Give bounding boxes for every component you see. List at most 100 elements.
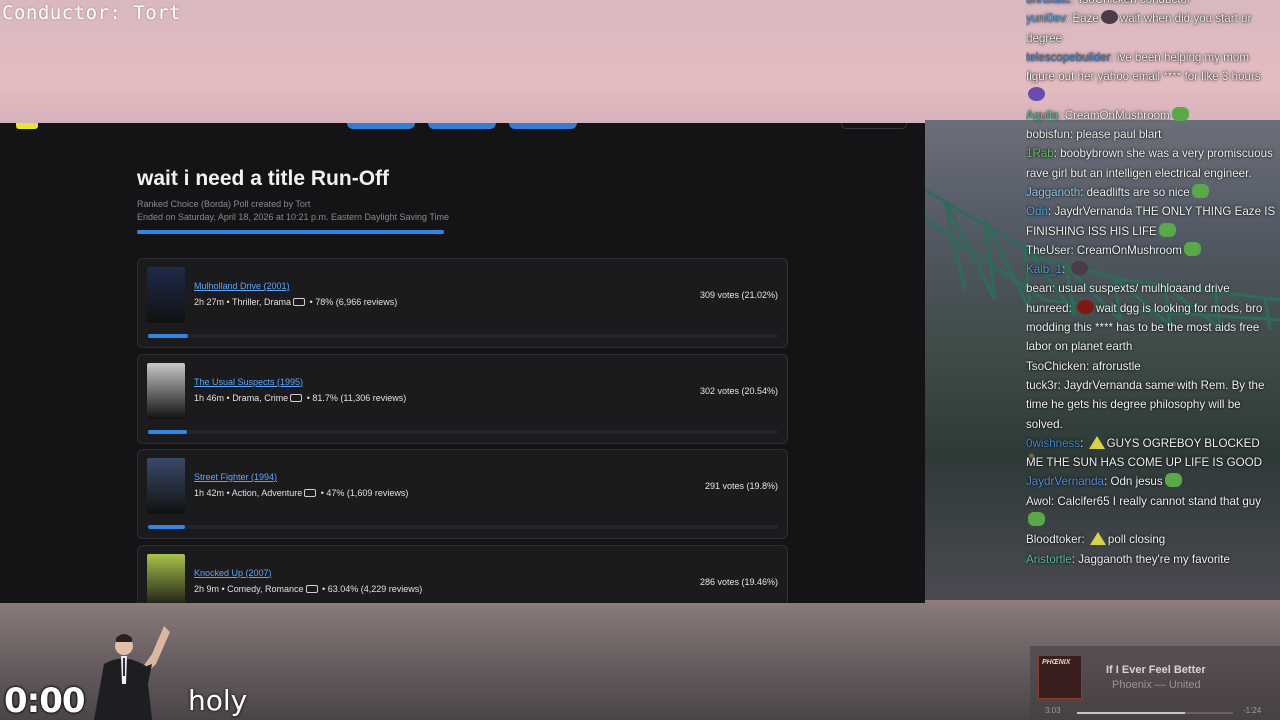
chat-message: bobisfun: please paul blart	[1026, 128, 1162, 142]
chat-username[interactable]: Aquila	[1026, 109, 1058, 122]
movie-meta: 1h 46m • Drama, Crime • 81.7% (11,306 re…	[194, 392, 407, 403]
chat-username[interactable]: Odn	[1026, 205, 1048, 218]
emote-icon	[1191, 183, 1209, 198]
top-nav	[0, 123, 925, 131]
chat-text: please paul blart	[1076, 128, 1162, 142]
chat-username[interactable]: Kaib_1	[1026, 263, 1062, 276]
chat-message: yuni0ev: Eaze wait when did you start ur …	[1026, 10, 1252, 45]
vote-bar-fill	[148, 525, 185, 529]
captions-icon	[305, 584, 318, 593]
chat-username[interactable]: JaydrVernanda	[1026, 475, 1104, 488]
nav-button-2[interactable]	[428, 123, 496, 129]
emote-icon	[1100, 10, 1118, 25]
movie-poster	[147, 267, 185, 323]
chat-message: Odn: JaydrVernanda THE ONLY THING Eaze I…	[1026, 205, 1276, 238]
nav-button-1[interactable]	[347, 123, 415, 129]
chat-message: JaydrVernanda: Odn jesus	[1026, 472, 1280, 491]
poll-option-card: The Usual Suspects (1995) 1h 46m • Drama,…	[137, 353, 788, 444]
chat-username[interactable]: tuck3r	[1026, 379, 1058, 392]
chat-username[interactable]: Bloodtoker	[1026, 533, 1081, 546]
movie-meta: 1h 42m • Action, Adventure • 47% (1,609 …	[194, 488, 409, 498]
chat-message: unruxatc: TsoChicken conductor	[1026, 0, 1280, 9]
album-cover-text: PHŒNIX	[1042, 659, 1071, 666]
movie-title-link[interactable]: Mulholland Drive (2001)	[194, 281, 290, 291]
chat-username[interactable]: bobisfun	[1026, 128, 1070, 141]
chat-message: Kaib_1:	[1026, 260, 1280, 279]
chat-username[interactable]: hunreed	[1026, 302, 1069, 315]
chat-username[interactable]: yuni0ev	[1026, 12, 1066, 25]
chat-message: TsoChicken: afrorustle	[1026, 359, 1141, 373]
chat-text: Jagganoth they're my favorite	[1078, 552, 1230, 566]
chat-text: poll closing	[1107, 533, 1166, 547]
vote-bar-fill	[148, 429, 187, 434]
chat-username[interactable]: 0wishness	[1026, 437, 1080, 450]
movie-rating: 47% (1,609 reviews)	[326, 488, 409, 498]
chat-username[interactable]: TsoChicken	[1026, 360, 1086, 373]
captions-icon	[290, 393, 303, 402]
site-logo[interactable]	[16, 123, 38, 129]
movie-genres: Drama, Crime	[232, 392, 289, 403]
stream-timer: 0:00	[4, 681, 86, 720]
song-artist: Phoenix — United	[1112, 679, 1201, 691]
emote-icon	[1077, 299, 1095, 314]
chat-message: TheUser: CreamOnMushroom	[1026, 241, 1280, 260]
movie-title-link[interactable]: Street Fighter (1994)	[194, 472, 277, 482]
music-widget: PHŒNIX If I Ever Feel Better Phoenix — U…	[1030, 646, 1280, 720]
emote-icon	[1028, 87, 1045, 102]
chat-text: boobybrown she was a very promiscuous ra…	[1026, 147, 1273, 180]
movie-runtime: 2h 27m	[194, 297, 225, 307]
poll-option-card: Mulholland Drive (2001) 2h 27m • Thriller…	[137, 258, 788, 348]
seek-bar[interactable]	[1077, 712, 1233, 714]
movie-title-link[interactable]: Knocked Up (2007)	[194, 568, 272, 578]
nav-button-3[interactable]	[509, 123, 577, 129]
chat-username[interactable]: TheUser	[1026, 244, 1070, 257]
chat-username[interactable]: Jagganoth	[1026, 186, 1080, 199]
chat-username[interactable]: 1Rab	[1026, 147, 1054, 160]
chat-text: Eaze	[1072, 12, 1099, 26]
emote-icon	[1183, 241, 1201, 256]
album-cover: PHŒNIX	[1038, 655, 1082, 699]
chat-text: JaydrVernanda THE ONLY THING Eaze IS FIN…	[1026, 205, 1276, 238]
movie-genres: Action, Adventure	[231, 488, 303, 498]
person-cutout	[94, 626, 170, 720]
vote-bar-fill	[148, 334, 188, 338]
vote-count: 291 votes (19.8%)	[704, 481, 778, 491]
poll-option-card: Street Fighter (1994) 1h 42m • Action, Ad…	[137, 449, 788, 539]
vote-count: 302 votes (20.54%)	[699, 385, 778, 396]
emote-icon	[1070, 261, 1088, 276]
movie-meta: 2h 9m • Comedy, Romance • 63.04% (4,229 …	[194, 583, 423, 594]
emote-icon	[1158, 222, 1176, 237]
chat-username[interactable]: telescopebuilder	[1026, 51, 1110, 64]
song-title: If I Ever Feel Better	[1106, 664, 1206, 676]
chat-message: Bloodtoker: poll closing	[1026, 532, 1166, 547]
chat-username[interactable]: Aristortle	[1026, 553, 1072, 566]
chat-panel: unruxatc: TsoChicken conductoryuni0ev: E…	[1026, 0, 1280, 640]
poll-option-card: Knocked Up (2007) 2h 9m • Comedy, Romance…	[137, 544, 788, 603]
chat-username[interactable]: unruxatc	[1026, 0, 1070, 6]
chat-message-list: unruxatc: TsoChicken conductoryuni0ev: E…	[1026, 0, 1280, 569]
conductor-label: Conductor: Tort	[2, 2, 182, 24]
movie-poster	[147, 458, 185, 514]
vote-bar	[148, 334, 778, 338]
chat-message: bean: usual suspexts/ mulhloaand drive	[1026, 282, 1230, 296]
emote-icon	[1164, 473, 1182, 488]
chat-text: JaydrVernanda same with Rem. By the time…	[1026, 378, 1265, 431]
chat-message: Aristortle: Jagganoth they're my favorit…	[1026, 552, 1230, 566]
browser-panel: wait i need a title Run-Off Ranked Choic…	[0, 123, 925, 603]
poll-title: wait i need a title Run-Off	[137, 167, 390, 190]
chat-username[interactable]: Awol	[1026, 495, 1051, 508]
chat-text: deadlifts are so nice	[1086, 185, 1190, 199]
chat-message: tuck3r: JaydrVernanda same with Rem. By …	[1026, 378, 1265, 431]
nav-account-button[interactable]	[841, 123, 907, 129]
captions-icon	[304, 489, 317, 497]
chat-username[interactable]: bean	[1026, 282, 1052, 295]
movie-title-link[interactable]: The Usual Suspects (1995)	[194, 377, 303, 387]
movie-poster	[147, 362, 185, 419]
chat-text: Odn jesus	[1110, 475, 1163, 489]
movie-meta: 2h 27m • Thriller, Drama • 78% (6,966 re…	[194, 297, 398, 307]
movie-genres: Comedy, Romance	[227, 583, 304, 594]
seek-bar-fill	[1077, 712, 1185, 714]
vote-bar	[148, 525, 778, 529]
caption-text: holy	[188, 684, 248, 717]
movie-genres: Thriller, Drama	[232, 297, 292, 307]
